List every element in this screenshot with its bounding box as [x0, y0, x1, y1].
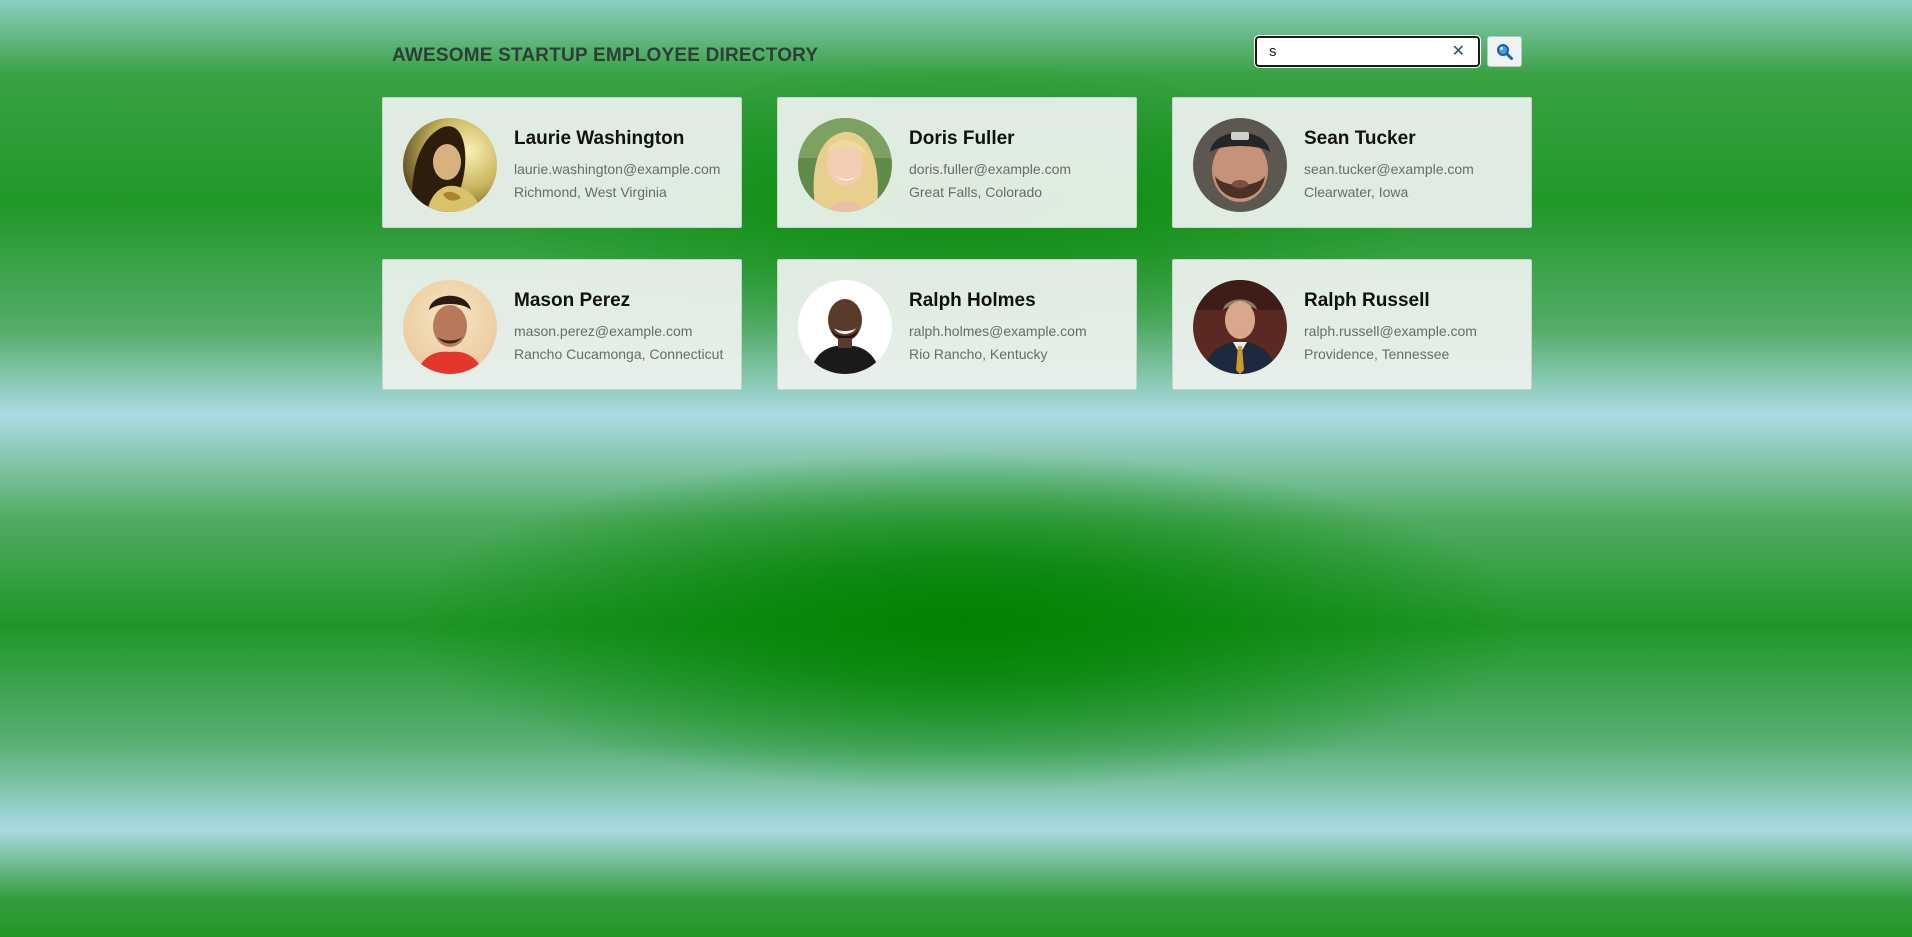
employee-email: ralph.russell@example.com	[1304, 323, 1477, 339]
employee-card[interactable]: Doris Fuller doris.fuller@example.com Gr…	[777, 97, 1137, 228]
employee-card[interactable]: Ralph Holmes ralph.holmes@example.com Ri…	[777, 259, 1137, 390]
employee-email: sean.tucker@example.com	[1304, 161, 1474, 177]
employee-name: Ralph Russell	[1304, 290, 1430, 311]
avatar	[1193, 118, 1287, 212]
employee-name: Laurie Washington	[514, 128, 685, 149]
search-button[interactable]	[1487, 36, 1522, 67]
employee-location: Clearwater, Iowa	[1304, 184, 1409, 200]
employee-name: Ralph Holmes	[909, 290, 1036, 311]
search-icon	[1496, 43, 1513, 60]
page-title: AWESOME STARTUP EMPLOYEE DIRECTORY	[392, 45, 819, 66]
employee-email: doris.fuller@example.com	[909, 161, 1072, 177]
employee-email: ralph.holmes@example.com	[909, 323, 1087, 339]
avatar	[403, 118, 497, 212]
employee-email: mason.perez@example.com	[514, 323, 693, 339]
employee-location: Providence, Tennessee	[1304, 346, 1450, 362]
employee-location: Rio Rancho, Kentucky	[909, 346, 1048, 362]
employee-card[interactable]: Ralph Russell ralph.russell@example.com …	[1172, 259, 1532, 390]
employee-location: Great Falls, Colorado	[909, 184, 1043, 200]
employee-name: Doris Fuller	[909, 128, 1015, 149]
employee-location: Richmond, West Virginia	[514, 184, 667, 200]
avatar	[403, 280, 497, 374]
employee-card[interactable]: Mason Perez mason.perez@example.com Ranc…	[382, 259, 742, 390]
employee-location: Rancho Cucamonga, Connecticut	[514, 346, 724, 362]
employee-card[interactable]: Sean Tucker sean.tucker@example.com Clea…	[1172, 97, 1532, 228]
avatar	[1193, 280, 1287, 374]
search-input[interactable]	[1257, 38, 1447, 65]
close-icon[interactable]: ✕	[1452, 41, 1465, 60]
search-box[interactable]: ✕	[1254, 35, 1481, 68]
employee-name: Mason Perez	[514, 290, 631, 311]
avatar	[798, 118, 892, 212]
employee-name: Sean Tucker	[1304, 128, 1416, 149]
employee-email: laurie.washington@example.com	[514, 161, 721, 177]
employee-card[interactable]: Laurie Washington laurie.washington@exam…	[382, 97, 742, 228]
avatar	[798, 280, 892, 374]
